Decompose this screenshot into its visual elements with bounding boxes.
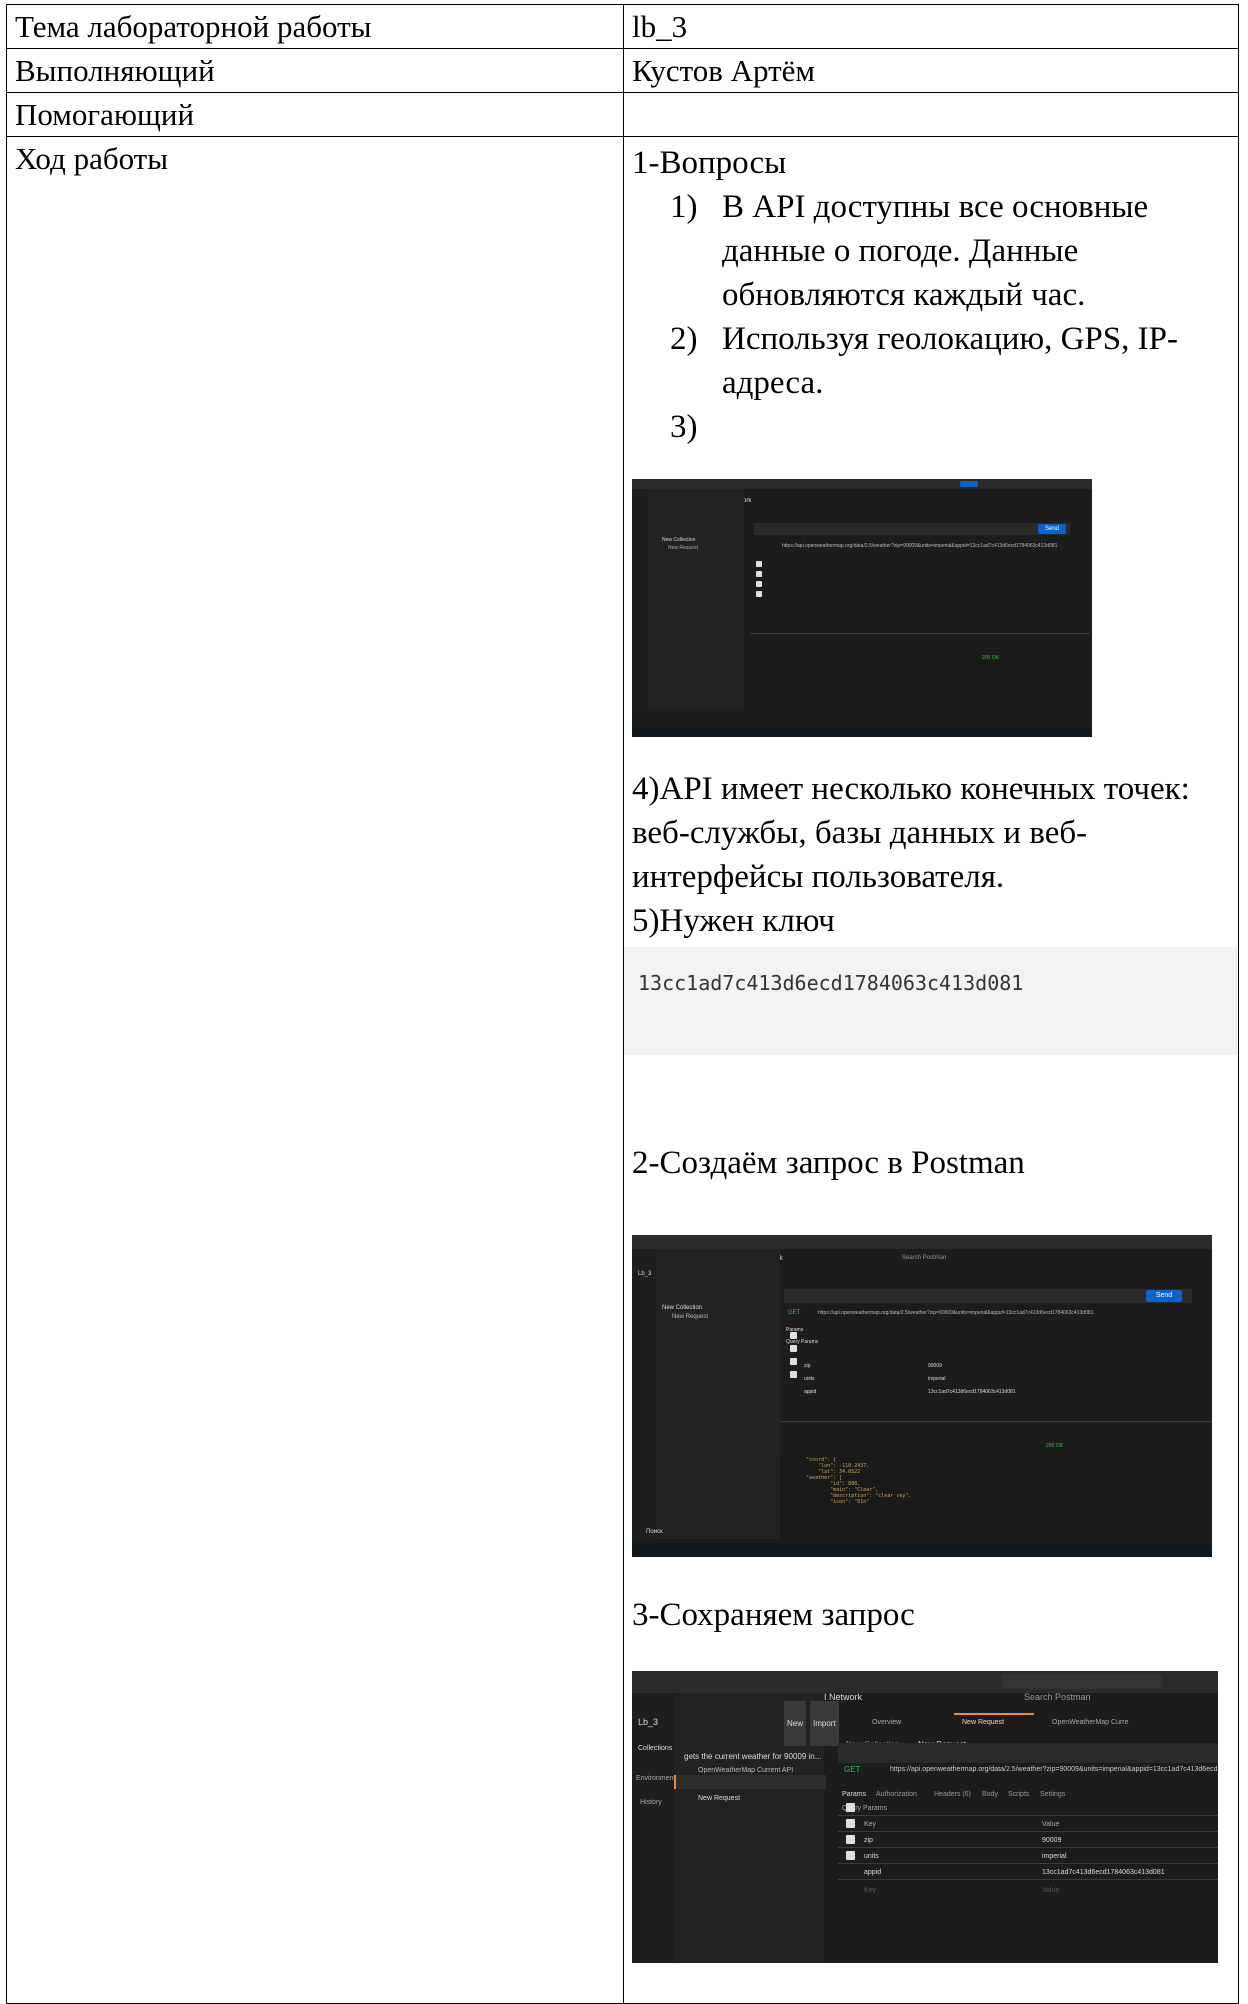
label-executor: Выполняющий <box>6 48 624 93</box>
send-button: Send <box>1038 524 1066 534</box>
postman-screenshot-1: Home Workspaces API Network New Collecti… <box>632 479 1092 737</box>
param-value-placeholder: Value <box>1042 1887 1060 1894</box>
checkbox-zip[interactable] <box>846 1819 855 1828</box>
question-item: 1) В API доступны все основные данные о п… <box>670 185 1230 317</box>
tab-new-request[interactable]: New Request <box>962 1701 1004 1744</box>
param-key-placeholder: Key <box>864 1887 877 1894</box>
question-number: 1) <box>670 189 698 225</box>
question-text: Используя геолокацию, GPS, IP-адреса. <box>722 321 1178 401</box>
taskbar-search: Поиск <box>646 1529 663 1535</box>
sidebar-request-active[interactable]: New Request <box>698 1777 740 1820</box>
question-number: 2) <box>670 321 698 357</box>
tab-scripts[interactable]: Scripts <box>1008 1773 1029 1816</box>
checkbox-all[interactable] <box>846 1803 855 1812</box>
param-value: 13cc1ad7c413d6ecd1784063c413d081 <box>1042 1869 1165 1876</box>
tab-headers[interactable]: Headers (6) <box>934 1773 971 1816</box>
label-workflow: Ход работы <box>6 136 624 2004</box>
sidebar-history[interactable]: History <box>640 1781 662 1824</box>
api-key-block: 13cc1ad7c413d6ecd1784063c413d081 <box>624 947 1238 1055</box>
question-item: 3) <box>670 405 1230 449</box>
send-button: Send <box>1146 1290 1182 1302</box>
tab-openweather[interactable]: OpenWeatherMap Curre <box>1052 1701 1129 1744</box>
value-executor: Кустов Артём <box>623 48 1239 93</box>
checkbox-appid[interactable] <box>846 1851 855 1860</box>
row-workflow: Ход работы 1-Вопросы 1) В API доступны вс… <box>6 136 1239 2004</box>
tab-body[interactable]: Body <box>982 1773 998 1816</box>
postman-screenshot-3: ☰ ← → Home Workspaces API Network Search… <box>632 1671 1218 1963</box>
workspace-name: Lb_3 <box>638 1271 652 1277</box>
row-executor: Выполняющий Кустов Артём <box>6 48 1239 93</box>
response-body: "coord": { "lon": -118.2437, "lat": 34.0… <box>794 1457 912 1505</box>
answer-5: 5)Нужен ключ <box>632 903 835 939</box>
param-key: appid <box>804 1389 817 1395</box>
row-topic: Тема лабораторной работы lb_3 <box>6 4 1239 49</box>
question-text: В API доступны все основные данные о пог… <box>722 189 1149 313</box>
label-helper: Помогающий <box>6 92 624 137</box>
value-topic: lb_3 <box>623 4 1239 49</box>
sidebar-request: New Request <box>668 545 699 551</box>
answer-4: 4)API имеет несколько конечных точек: ве… <box>632 771 1190 895</box>
checkbox-units[interactable] <box>846 1835 855 1844</box>
questions-list: 1) В API доступны все основные данные о п… <box>632 185 1230 449</box>
param-value: 13cc1ad7c413d6ecd1784063c413d081 <box>928 1389 1016 1395</box>
row-helper: Помогающий <box>6 92 1239 137</box>
report-table: Тема лабораторной работы lb_3 Выполняющи… <box>6 4 1239 2004</box>
postman-screenshot-2: Home Workspaces API Network Search Postm… <box>632 1235 1212 1557</box>
sidebar-request: New Request <box>672 1314 709 1320</box>
workflow-content: 1-Вопросы 1) В API доступны все основные … <box>623 136 1239 2004</box>
question-item: 2) Используя геолокацию, GPS, IP-адреса. <box>670 317 1230 405</box>
url-input: https://api.openweathermap.org/data/2.5/… <box>818 1310 1094 1316</box>
question-number: 3) <box>670 409 698 445</box>
label-topic: Тема лабораторной работы <box>6 4 624 49</box>
section2-title: 2-Создаём запрос в Postman <box>632 1145 1025 1181</box>
section1-title: 1-Вопросы <box>632 145 787 181</box>
search-input: Search Postman <box>902 1255 947 1261</box>
url-input: https://api.openweathermap.org/data/2.5/… <box>782 543 1058 549</box>
value-helper <box>623 92 1239 137</box>
section3-title: 3-Сохраняем запрос <box>632 1597 915 1633</box>
